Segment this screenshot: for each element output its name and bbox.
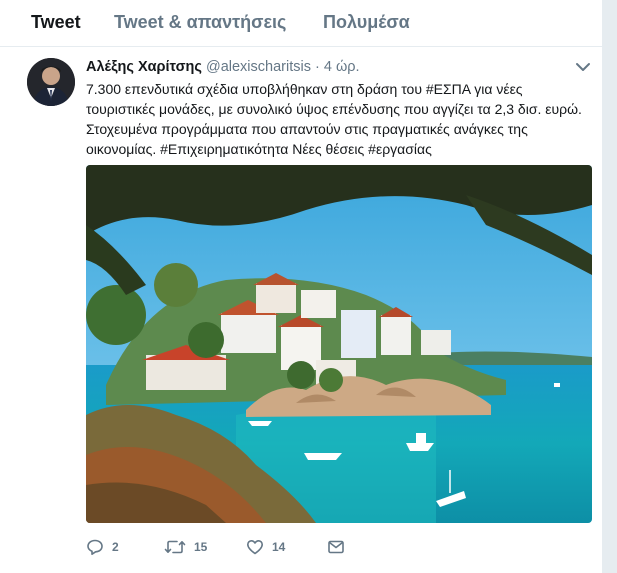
retweet-icon	[164, 538, 186, 556]
tweet[interactable]: Αλέξης Χαρίτσης @alexischaritsis · 4 ώρ.…	[0, 47, 602, 573]
tab-tweets[interactable]: Tweet	[31, 12, 81, 33]
retweet-button[interactable]: 15	[164, 535, 207, 559]
separator: ·	[314, 59, 320, 75]
tab-media[interactable]: Πολυμέσα	[323, 12, 410, 33]
tab-tweets-and-replies[interactable]: Tweet & απαντήσεις	[114, 12, 286, 33]
direct-message-button[interactable]	[327, 535, 345, 559]
tweet-text-line: οικονομίας. #Επιχειρηματικότητα Νέες θέσ…	[86, 141, 432, 157]
tweet-actions: 2 15 14	[86, 535, 486, 559]
reply-icon	[86, 538, 104, 556]
tweet-text: 7.300 επενδυτικά σχέδια υποβλήθηκαν στη …	[86, 79, 596, 159]
tweet-text-line: τουριστικές μονάδες, με συνολικό ύψος επ…	[86, 101, 582, 117]
like-button[interactable]: 14	[246, 535, 285, 559]
like-icon	[246, 538, 264, 556]
avatar[interactable]	[27, 58, 75, 106]
message-icon	[327, 538, 345, 556]
profile-tabs: Tweet Tweet & απαντήσεις Πολυμέσα	[0, 0, 602, 47]
tweet-text-line: Στοχευμένα προγράμματα που απαντούν στις…	[86, 121, 528, 137]
reply-count: 2	[112, 540, 119, 554]
tweet-timestamp[interactable]: 4 ώρ.	[324, 59, 360, 75]
reply-button[interactable]: 2	[86, 535, 119, 559]
profile-timeline-card: Tweet Tweet & απαντήσεις Πολυμέσα Αλέξης…	[0, 0, 603, 573]
tweet-header: Αλέξης Χαρίτσης @alexischaritsis · 4 ώρ.	[86, 59, 360, 75]
author-handle[interactable]: @alexischaritsis	[206, 59, 311, 75]
chevron-down-icon[interactable]	[575, 60, 591, 72]
tweet-photo[interactable]	[86, 165, 592, 523]
retweet-count: 15	[194, 540, 208, 554]
like-count: 14	[272, 540, 286, 554]
author-name[interactable]: Αλέξης Χαρίτσης	[86, 59, 202, 75]
tweet-text-line: 7.300 επενδυτικά σχέδια υποβλήθηκαν στη …	[86, 81, 523, 97]
